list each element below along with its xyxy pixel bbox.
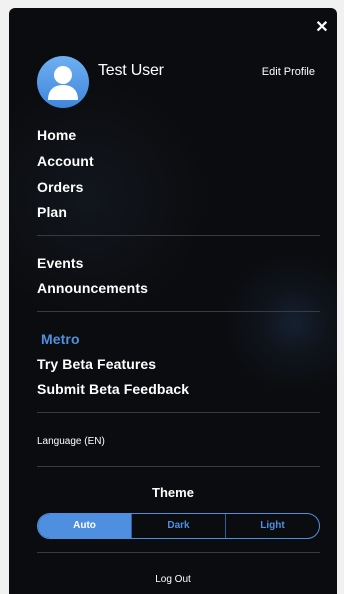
nav-item-orders[interactable]: Orders [37,179,84,195]
nav-item-announcements[interactable]: Announcements [37,280,148,296]
language-selector[interactable]: Language (EN) [37,436,105,447]
divider [37,552,320,553]
user-avatar-icon [48,66,78,100]
nav-item-events[interactable]: Events [37,255,84,271]
divider [37,412,320,413]
divider [37,311,320,312]
nav-item-home[interactable]: Home [37,127,76,143]
logout-button[interactable]: Log Out [9,574,337,585]
nav-item-metro[interactable]: Metro [41,331,80,347]
nav-item-plan[interactable]: Plan [37,204,67,220]
theme-title: Theme [152,485,194,500]
nav-item-account[interactable]: Account [37,153,94,169]
nav-item-try-beta-features[interactable]: Try Beta Features [37,356,156,372]
theme-option-dark[interactable]: Dark [131,514,225,538]
theme-option-auto[interactable]: Auto [38,514,131,538]
side-menu-panel: ✕ Test User Edit Profile Home Account Or… [9,8,337,594]
edit-profile-link[interactable]: Edit Profile [262,66,315,78]
nav-item-submit-beta-feedback[interactable]: Submit Beta Feedback [37,381,189,397]
divider [37,235,320,236]
theme-option-light[interactable]: Light [225,514,319,538]
avatar [37,56,89,108]
close-icon[interactable]: ✕ [313,19,331,37]
divider [37,466,320,467]
profile-name: Test User [98,62,164,79]
theme-toggle: Auto Dark Light [37,513,320,539]
